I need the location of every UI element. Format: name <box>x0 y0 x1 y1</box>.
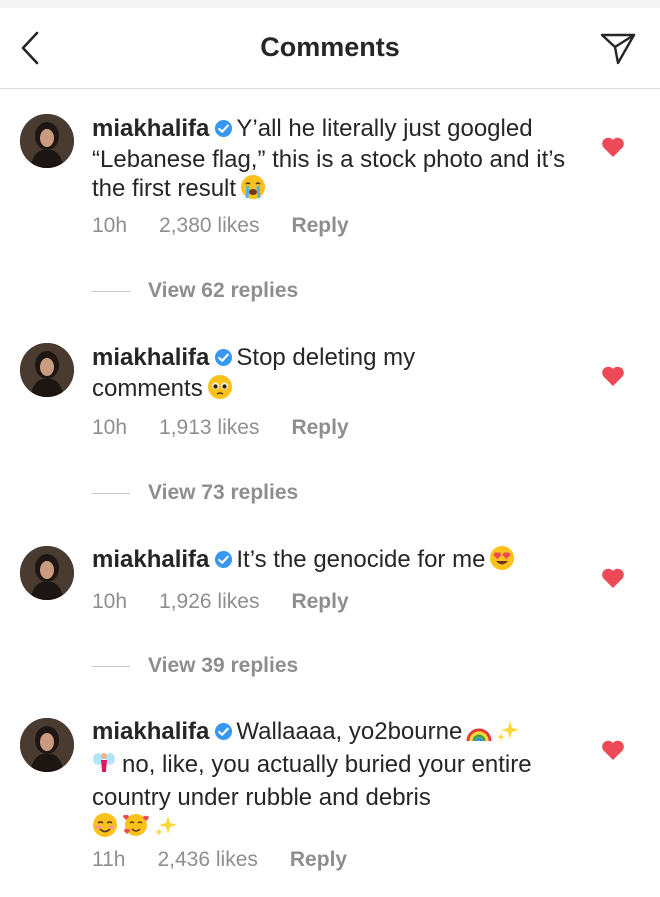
reply-button[interactable]: Reply <box>290 848 347 872</box>
heart-eyes-face-icon <box>489 545 515 578</box>
comment-time: 10h <box>92 416 128 439</box>
comment-time: 11h <box>92 848 126 871</box>
comment-likes[interactable]: 1,913 likes <box>159 416 259 440</box>
like-button[interactable] <box>601 739 625 761</box>
verified-badge-icon <box>214 547 233 576</box>
heart-icon <box>602 366 624 386</box>
comment-time: 10h <box>92 590 128 613</box>
like-button[interactable] <box>601 136 625 158</box>
comment-text-block: miakhalifa Stop deleting my comments <box>92 343 462 407</box>
like-button[interactable] <box>601 365 625 387</box>
sparkles-icon <box>154 814 178 845</box>
avatar[interactable] <box>20 114 74 168</box>
smiling-face-icon <box>92 812 118 845</box>
loudly-crying-face-icon <box>240 174 266 207</box>
comment-text-block: miakhalifa Y’all he literally just google… <box>92 114 572 207</box>
comment-username[interactable]: miakhalifa <box>92 115 209 142</box>
comment-text-block: miakhalifa Wallaaaa, yo2bourne no, like, y… <box>92 717 562 845</box>
avatar[interactable] <box>20 343 74 397</box>
comment-likes[interactable]: 2,380 likes <box>159 214 259 238</box>
comment-text-block: miakhalifa It’s the genocide for me <box>92 545 572 578</box>
divider <box>92 492 130 494</box>
share-button[interactable] <box>598 28 638 68</box>
view-replies-button[interactable]: View 39 replies <box>92 654 298 678</box>
comment-text-line2: no, like, you actually buried your entir… <box>92 751 532 811</box>
comment-meta: 10h 2,380 likes Reply <box>92 214 349 238</box>
heart-icon <box>602 568 624 588</box>
verified-badge-icon <box>214 719 233 748</box>
comment-username[interactable]: miakhalifa <box>92 344 209 371</box>
comment-meta: 10h 1,926 likes Reply <box>92 590 349 614</box>
comment-likes[interactable]: 2,436 likes <box>157 848 257 872</box>
pleading-face-icon <box>207 374 233 407</box>
heart-icon <box>602 740 624 760</box>
reply-button[interactable]: Reply <box>291 214 348 238</box>
comment-time: 10h <box>92 214 128 237</box>
view-replies-label: View 73 replies <box>148 481 299 504</box>
comment-username[interactable]: miakhalifa <box>92 546 209 573</box>
status-bar-strip <box>0 0 660 8</box>
comment-text: It’s the genocide for me <box>236 546 486 573</box>
page-title: Comments <box>260 32 400 62</box>
verified-badge-icon <box>214 116 233 145</box>
reply-button[interactable]: Reply <box>291 416 348 440</box>
avatar[interactable] <box>20 718 74 772</box>
comments-header: Comments <box>0 8 660 89</box>
view-replies-button[interactable]: View 73 replies <box>92 481 298 505</box>
rainbow-icon <box>466 721 492 750</box>
view-replies-button[interactable]: View 62 replies <box>92 279 298 303</box>
divider <box>92 290 130 292</box>
comment-meta: 10h 1,913 likes Reply <box>92 416 349 440</box>
smiling-face-with-hearts-icon <box>122 812 150 845</box>
comment-meta: 11h 2,436 likes Reply <box>92 848 347 872</box>
view-replies-label: View 39 replies <box>148 654 299 677</box>
comment-text-line1: Wallaaaa, yo2bourne <box>236 718 463 745</box>
reply-button[interactable]: Reply <box>291 590 348 614</box>
divider <box>92 665 130 667</box>
fairy-icon <box>92 750 116 783</box>
heart-icon <box>602 137 624 157</box>
sparkles-icon <box>496 719 520 750</box>
avatar[interactable] <box>20 546 74 600</box>
view-replies-label: View 62 replies <box>148 279 299 302</box>
comment-likes[interactable]: 1,926 likes <box>159 590 259 614</box>
paper-plane-icon <box>600 33 636 65</box>
verified-badge-icon <box>214 345 233 374</box>
comment-username[interactable]: miakhalifa <box>92 718 209 745</box>
like-button[interactable] <box>601 567 625 589</box>
